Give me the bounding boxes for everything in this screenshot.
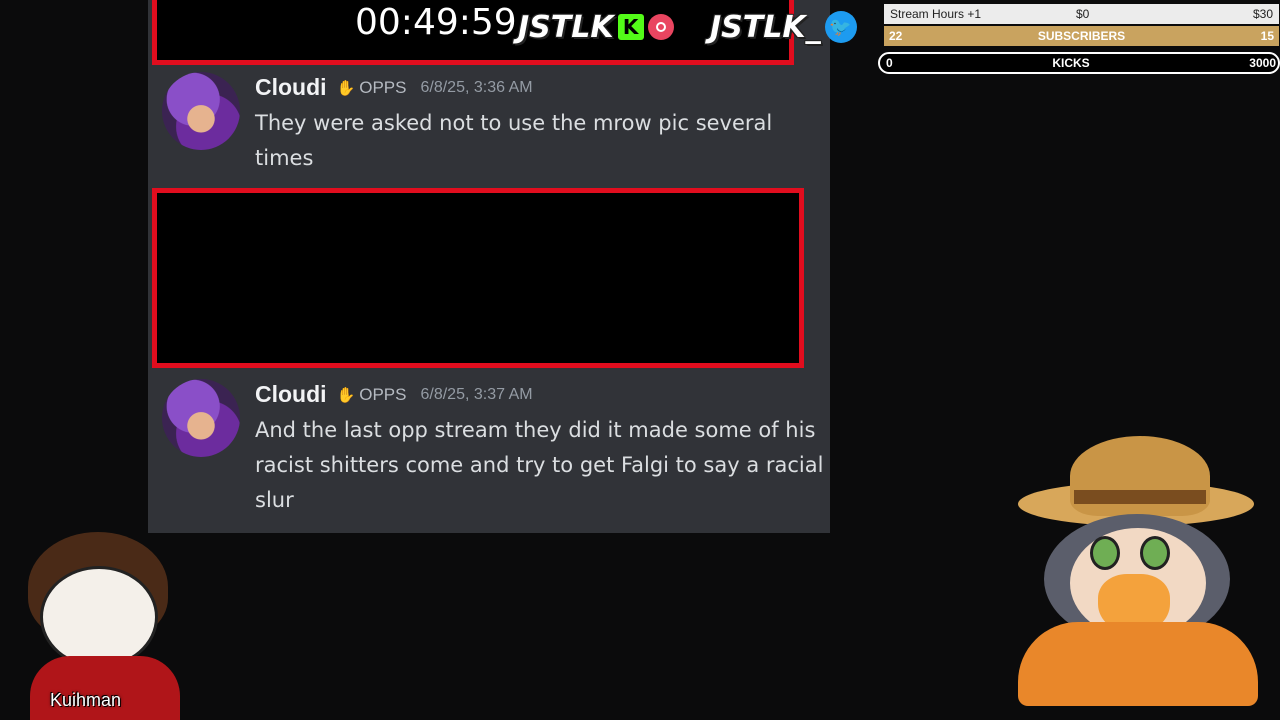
mascot-hat-band [1074,490,1206,504]
stream-hours-goal: $30 [1252,7,1273,21]
stream-timer: 00:49:59 [355,2,517,43]
live-record-icon [647,14,674,40]
stream-hours-bar: Stream Hours +1 $0 $30 [884,4,1279,24]
role-tag: ✋ OPPS [337,385,407,405]
avatar[interactable] [162,379,240,457]
message-timestamp: 6/8/25, 3:36 AM [420,78,533,96]
avatar-face [40,566,158,668]
role-tag: ✋ OPPS [337,78,407,98]
username[interactable]: Cloudi [255,74,327,101]
role-tag-label: OPPS [359,384,407,404]
hand-icon: ✋ [336,79,356,97]
twitter-logo: JSTLK_ 🐦 [710,8,857,46]
kick-logo-text: JSTLK [518,9,614,45]
role-tag-label: OPPS [359,77,407,97]
kicks-left-value: 0 [886,56,893,70]
penguin-mascot-illustration [1010,432,1262,706]
message-text: And the last opp stream they did it made… [255,418,824,512]
avatar[interactable] [162,72,240,150]
kick-logo: JSTLK K [518,8,674,46]
kicks-label: KICKS [1052,56,1090,70]
discord-chat-panel: Cloudi ✋ OPPS 6/8/25, 3:36 AM They were … [148,0,830,533]
twitter-bird-icon: 🐦 [824,11,857,43]
subscribers-label: SUBSCRIBERS [1037,29,1126,43]
message-text: They were asked not to use the mrow pic … [255,111,773,170]
kicks-right-value: 3000 [1249,56,1276,70]
kick-icon: K [617,14,644,40]
stream-hours-current: $0 [1076,7,1090,21]
subscribers-right-value: 15 [1260,29,1274,43]
username[interactable]: Cloudi [255,381,327,408]
streamer-name-caption: Kuihman [50,690,122,710]
subscribers-left-value: 22 [889,29,903,43]
mascot-shirt [1018,622,1258,706]
subscribers-bar: 22 SUBSCRIBERS 15 [884,26,1279,46]
twitter-logo-text: JSTLK_ [710,9,821,45]
mascot-hat-top [1070,436,1210,516]
stream-hours-label: Stream Hours +1 [890,7,982,21]
hand-icon: ✋ [336,386,356,404]
kicks-bar: 0 KICKS 3000 [878,52,1280,74]
message-header: Cloudi ✋ OPPS 6/8/25, 3:37 AM [255,381,533,408]
message-header: Cloudi ✋ OPPS 6/8/25, 3:36 AM [255,74,533,101]
redacted-block-middle [152,188,804,368]
message-timestamp: 6/8/25, 3:37 AM [420,385,533,403]
mascot-left-eye [1090,536,1120,570]
mascot-right-eye [1140,536,1170,570]
